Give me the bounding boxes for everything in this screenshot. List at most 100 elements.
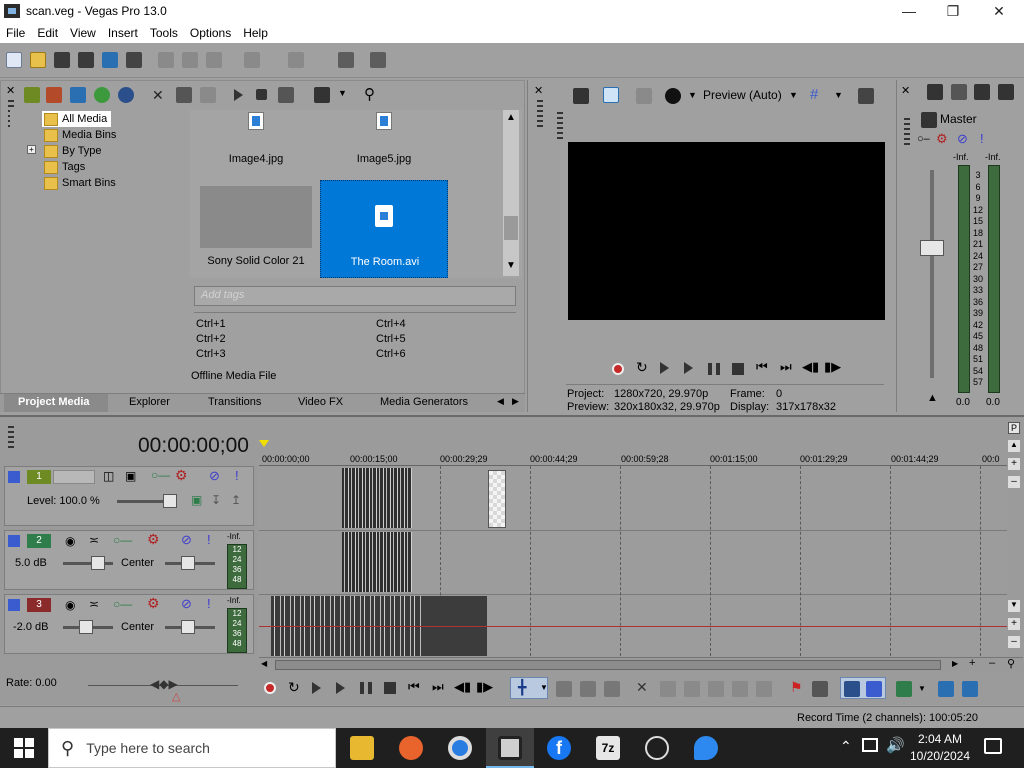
views-dropdown-icon[interactable]: ▼	[338, 88, 347, 98]
dock-handle[interactable]	[8, 426, 14, 450]
edit-tool-dropdown-icon[interactable]: ▼	[540, 683, 548, 692]
timeline-scrollbar[interactable]: ◀ ▶ + – ⚲	[259, 657, 1023, 671]
overlays-icon[interactable]: #	[810, 86, 818, 103]
split-icon[interactable]	[732, 681, 748, 697]
media-properties-icon[interactable]	[176, 87, 192, 103]
lock-events-icon[interactable]	[756, 681, 772, 697]
copy-snapshot-icon[interactable]	[858, 88, 874, 104]
menu-view[interactable]: View	[64, 26, 102, 40]
scroll-thumb[interactable]	[275, 660, 941, 670]
tag-shortcut[interactable]: Ctrl+1	[196, 318, 226, 330]
make-child-icon[interactable]: ↧	[211, 493, 221, 507]
chrome-icon[interactable]	[448, 736, 472, 760]
preview-properties-icon[interactable]	[573, 88, 589, 104]
timecode[interactable]: 00:00:00;00	[138, 434, 249, 458]
maximize-button[interactable]: ❐	[930, 0, 976, 22]
dock-handle[interactable]	[904, 118, 910, 148]
dropdown-icon[interactable]: ▼	[834, 90, 843, 100]
preview-quality-icon[interactable]	[665, 88, 681, 104]
trim-start-icon[interactable]	[684, 681, 700, 697]
mute-icon[interactable]: ⊘	[181, 532, 192, 548]
tab-scroll-left-icon[interactable]: ◀	[497, 396, 504, 407]
media-item-label[interactable]: The Room.avi	[321, 256, 449, 268]
loop-playback-icon[interactable]: ↻	[288, 679, 300, 696]
video-clip[interactable]	[488, 470, 506, 528]
insert-region-icon[interactable]	[812, 681, 828, 697]
delete-icon[interactable]: ✕	[636, 679, 648, 696]
go-to-end-icon[interactable]: ⏭	[780, 359, 792, 375]
pause-icon[interactable]	[360, 682, 372, 694]
search-icon[interactable]: ⚲	[364, 85, 375, 103]
lock-faders-icon[interactable]	[998, 84, 1014, 100]
rate-slider-thumb[interactable]: ◀◆▶	[150, 677, 178, 691]
tab-transitions[interactable]: Transitions	[208, 396, 261, 408]
undo-icon[interactable]	[244, 52, 260, 68]
tag-shortcut[interactable]: Ctrl+3	[196, 348, 226, 360]
tree-item-tags[interactable]: Tags	[42, 159, 85, 175]
get-media-web-icon[interactable]	[94, 87, 110, 103]
go-to-start-icon[interactable]: ⏮	[408, 679, 420, 695]
parent-track-icon[interactable]: ▣	[191, 493, 202, 507]
menu-options[interactable]: Options	[184, 26, 237, 40]
dock-handle[interactable]	[557, 112, 563, 142]
video-clip[interactable]	[342, 468, 412, 528]
zoom-edit-tool-icon[interactable]	[604, 681, 620, 697]
master-fader[interactable]	[920, 240, 944, 256]
obs-icon[interactable]	[645, 736, 669, 760]
compositing-mode-icon[interactable]: ○—	[151, 468, 170, 482]
zoom-out-time-icon[interactable]: –	[989, 657, 995, 669]
tree-item-by-type[interactable]: By Type	[42, 143, 102, 159]
track-expand-icon[interactable]	[8, 471, 20, 483]
go-to-end-icon[interactable]: ⏭	[432, 679, 444, 695]
import-media-icon[interactable]	[24, 87, 40, 103]
track-fx-icon[interactable]: ⚙	[175, 467, 188, 484]
automation-icon[interactable]: ○—	[113, 533, 132, 547]
tab-explorer[interactable]: Explorer	[129, 396, 170, 408]
get-media-icon[interactable]	[70, 87, 86, 103]
audio-clip[interactable]	[342, 532, 412, 592]
tab-project-media[interactable]: Project Media	[18, 396, 90, 408]
compositing-icon[interactable]: ▣	[125, 469, 136, 483]
show-hidden-icons[interactable]: ⌃	[840, 738, 852, 755]
pan-slider-thumb[interactable]	[181, 556, 195, 570]
master-fx-icon[interactable]: ⚙	[936, 131, 948, 147]
zoom-out-track-icon[interactable]: –	[1008, 636, 1020, 648]
render-as-icon[interactable]	[102, 52, 118, 68]
close-button[interactable]: ✕	[976, 0, 1022, 22]
track-expand-icon[interactable]	[8, 599, 20, 611]
save-as-icon[interactable]	[78, 52, 94, 68]
close-panel-icon[interactable]: ✕	[6, 84, 15, 97]
record-icon[interactable]	[612, 363, 624, 375]
solid-color-thumbnail[interactable]	[200, 186, 312, 248]
properties-icon[interactable]	[126, 52, 142, 68]
volume-slider-thumb[interactable]	[79, 620, 93, 634]
play-icon[interactable]	[684, 362, 693, 374]
auto-preview-icon[interactable]	[278, 87, 294, 103]
level-slider-thumb[interactable]	[163, 494, 177, 508]
stop-icon[interactable]	[732, 363, 744, 375]
media-item-label[interactable]: Image5.jpg	[320, 153, 448, 165]
next-frame-icon[interactable]: ▮▶	[824, 359, 841, 375]
loop-playback-icon[interactable]: ↻	[636, 359, 648, 376]
media-fx-icon[interactable]	[200, 87, 216, 103]
ripple-dropdown-icon[interactable]: ▼	[918, 684, 926, 693]
network-icon[interactable]	[862, 738, 878, 752]
next-frame-icon[interactable]: ▮▶	[476, 679, 493, 695]
stop-media-icon[interactable]	[256, 89, 267, 100]
new-project-icon[interactable]	[6, 52, 22, 68]
minimize-button[interactable]: —	[886, 0, 932, 22]
cut-icon[interactable]	[158, 52, 174, 68]
play-icon[interactable]	[336, 682, 345, 694]
paste-icon[interactable]	[206, 52, 222, 68]
downmix-icon[interactable]	[951, 84, 967, 100]
menu-edit[interactable]: Edit	[31, 26, 64, 40]
taskbar-clock[interactable]: 2:04 AM 10/20/2024	[900, 731, 980, 765]
arm-record-icon[interactable]: ◉	[65, 598, 75, 612]
tree-item-media-bins[interactable]: Media Bins	[42, 127, 116, 143]
dim-output-icon[interactable]	[974, 84, 990, 100]
scroll-up-icon[interactable]: ▲	[1008, 440, 1020, 452]
dropdown-icon[interactable]: ▼	[789, 90, 798, 100]
scroll-up-icon[interactable]: ▲	[506, 112, 516, 123]
previous-frame-icon[interactable]: ◀▮	[454, 679, 471, 695]
trim-icon[interactable]	[660, 681, 676, 697]
